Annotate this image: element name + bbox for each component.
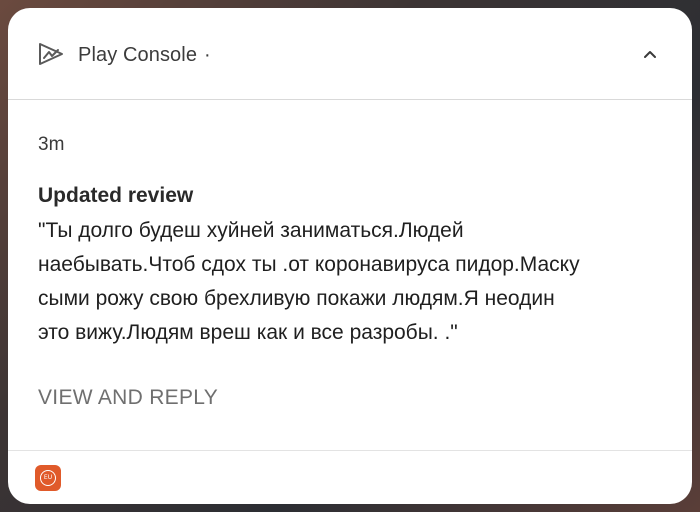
- app-badge-icon[interactable]: EU: [35, 465, 61, 491]
- notification-title: Updated review: [38, 184, 194, 207]
- collapse-button[interactable]: [638, 42, 662, 66]
- chevron-up-icon: [644, 51, 656, 58]
- notification-card[interactable]: Play Console · 3m Updated review "Ты дол…: [8, 8, 692, 504]
- notification-header[interactable]: Play Console ·: [8, 8, 692, 100]
- app-name-separator: ·: [204, 44, 211, 66]
- notification-timestamp: 3m: [38, 134, 65, 155]
- notification-footer: EU: [8, 450, 692, 504]
- view-and-reply-button[interactable]: VIEW AND REPLY: [38, 386, 218, 410]
- app-badge-icon-text: EU: [40, 470, 56, 486]
- play-console-icon: [39, 43, 63, 65]
- app-name: Play Console: [78, 44, 198, 66]
- notification-body: "Ты долго будеш хуйней заниматься.Людей …: [38, 219, 580, 344]
